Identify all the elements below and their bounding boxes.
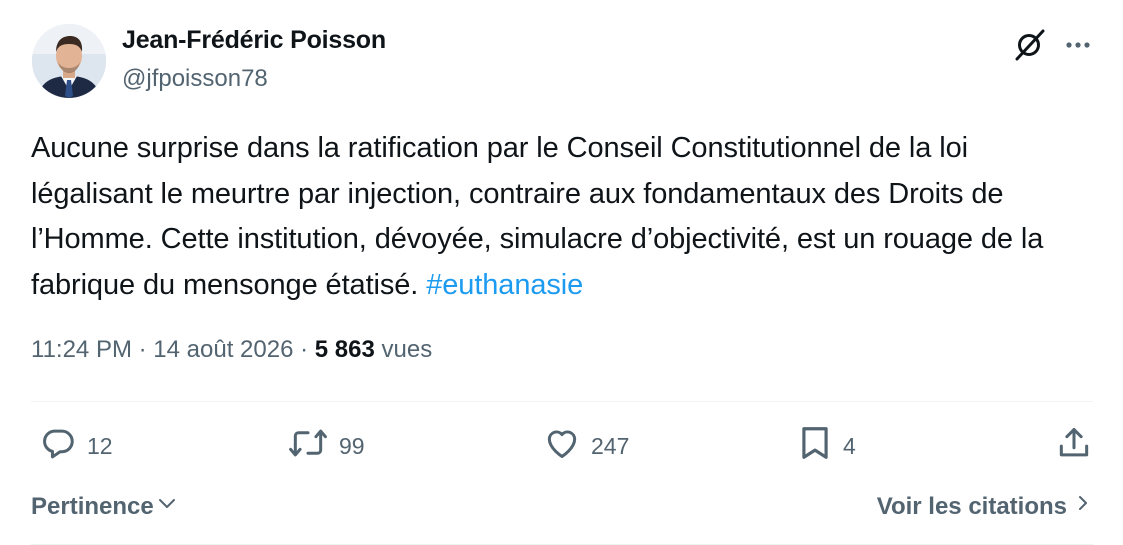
like-icon <box>543 424 581 468</box>
views-label: vues <box>381 336 433 363</box>
meta-separator: · <box>300 336 309 363</box>
like-count: 247 <box>591 432 630 459</box>
tweet-header: Jean-Frédéric Poisson @jfpoisson78 <box>32 24 1093 100</box>
views-count: 5 863 <box>314 336 375 363</box>
share-icon <box>1055 424 1093 468</box>
meta-separator: · <box>138 336 147 363</box>
bookmark-icon <box>797 424 833 468</box>
tweet-text: Aucune surprise dans la ratification par… <box>31 126 1091 308</box>
sort-dropdown[interactable]: Pertinence <box>31 492 178 521</box>
avatar-image <box>32 24 106 98</box>
divider <box>31 401 1093 402</box>
repost-icon <box>287 424 329 468</box>
reply-button[interactable]: 12 <box>39 424 113 468</box>
share-button[interactable] <box>1055 424 1093 468</box>
bookmark-button[interactable]: 4 <box>797 424 856 468</box>
bookmark-count: 4 <box>843 432 856 459</box>
repost-button[interactable]: 99 <box>287 424 365 468</box>
header-actions <box>1013 28 1093 62</box>
reply-count: 12 <box>87 432 113 459</box>
tweet-time[interactable]: 11:24 PM <box>31 336 132 363</box>
view-quotes-label: Voir les citations <box>876 492 1067 520</box>
grok-icon[interactable] <box>1013 28 1047 62</box>
avatar[interactable] <box>32 24 106 98</box>
chevron-down-icon <box>156 492 178 521</box>
repost-count: 99 <box>339 432 365 459</box>
replies-sort-row: Pertinence Voir les citations <box>31 486 1091 526</box>
sort-label: Pertinence <box>31 492 154 520</box>
action-bar: 12 99 247 4 <box>31 424 1093 470</box>
view-quotes-link[interactable]: Voir les citations <box>877 492 1091 521</box>
tweet-meta: 11:24 PM · 14 août 2026 · 5 863 vues <box>31 336 432 364</box>
author-name[interactable]: Jean-Frédéric Poisson <box>122 26 386 55</box>
reply-icon <box>39 424 77 468</box>
tweet-date[interactable]: 14 août 2026 <box>153 336 293 363</box>
author-handle[interactable]: @jfpoisson78 <box>122 65 268 93</box>
more-icon[interactable] <box>1063 30 1093 60</box>
like-button[interactable]: 247 <box>543 424 629 468</box>
chevron-right-icon <box>1075 492 1091 521</box>
hashtag-link[interactable]: #euthanasie <box>426 269 583 301</box>
